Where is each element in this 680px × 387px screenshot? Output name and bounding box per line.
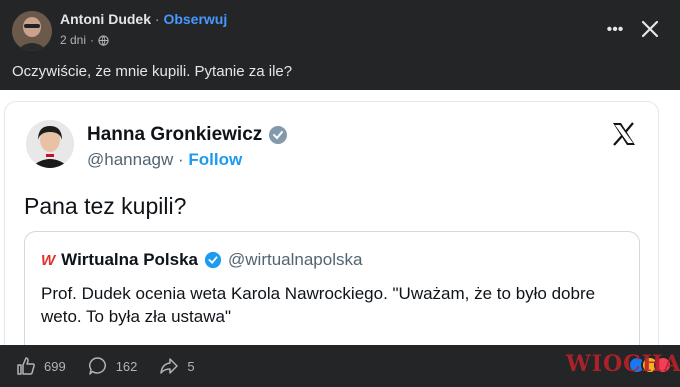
thumbs-up-icon: [17, 357, 35, 375]
tweet-text: Pana tez kupili?: [24, 193, 187, 219]
tweet-author-handle[interactable]: @hannagw: [87, 150, 173, 169]
quoted-tweet-text: Prof. Dudek ocenia weta Karola Nawrockie…: [41, 284, 596, 326]
post-header: Antoni Dudek · Obserwuj 2 dni · •••: [0, 0, 680, 60]
post-text: Oczywiście, że mnie kupili. Pytanie za i…: [12, 63, 293, 80]
share-count: 5: [187, 358, 195, 374]
separator-dot: ·: [154, 11, 160, 27]
wp-logo-icon: W: [41, 251, 56, 269]
post-timestamp[interactable]: 2 dni: [60, 33, 86, 47]
tweet-author-name[interactable]: Hanna Gronkiewicz: [87, 124, 262, 146]
share-icon: [160, 358, 179, 374]
tweet-follow-button[interactable]: Follow: [188, 150, 242, 169]
globe-icon: [98, 34, 109, 46]
comment-count: 162: [115, 358, 138, 374]
follow-button[interactable]: Obserwuj: [163, 11, 227, 27]
close-icon[interactable]: [639, 18, 661, 40]
comment-button[interactable]: 162: [88, 356, 138, 376]
like-count: 699: [44, 358, 66, 374]
x-logo-icon[interactable]: [611, 121, 637, 147]
comment-icon: [88, 357, 106, 375]
author-avatar[interactable]: [12, 11, 52, 51]
watermark-logo: WIOCHA: [566, 351, 680, 377]
verified-badge-icon: [269, 126, 288, 144]
quoted-author-name[interactable]: Wirtualna Polska: [61, 250, 198, 270]
handle-separator: ·: [178, 150, 184, 169]
like-button[interactable]: 699: [16, 356, 66, 376]
verified-badge-icon: [204, 251, 222, 269]
author-name[interactable]: Antoni Dudek: [60, 11, 151, 27]
more-options-icon[interactable]: •••: [603, 18, 627, 42]
share-button[interactable]: 5: [159, 356, 195, 376]
meta-separator: ·: [90, 33, 95, 47]
tweet-author-avatar[interactable]: [26, 120, 74, 168]
quoted-author-handle[interactable]: @wirtualnapolska: [228, 250, 362, 270]
